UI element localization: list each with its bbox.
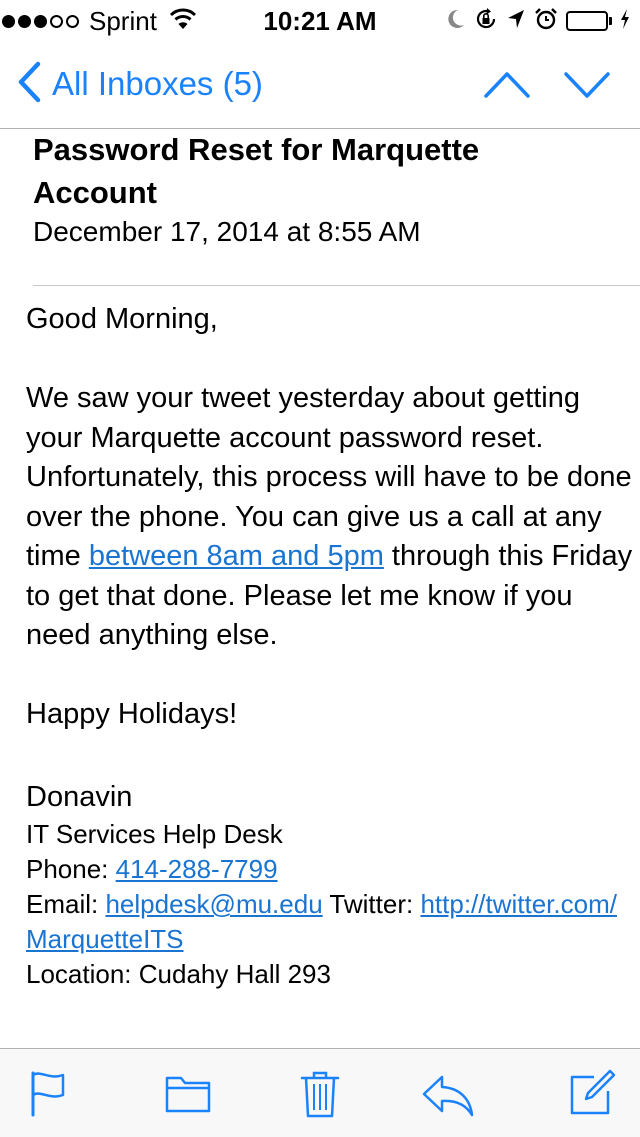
phone-link[interactable]: 414-288-7799 [116, 854, 278, 884]
compose-icon [570, 1069, 616, 1115]
hours-link[interactable]: between 8am and 5pm [89, 540, 384, 572]
message-body: Good Morning, We saw your tweet yesterda… [26, 300, 636, 735]
email-label: Email: [26, 889, 106, 919]
signature-location: Location: Cudahy Hall 293 [26, 959, 331, 989]
moon-icon [446, 8, 466, 35]
body-paragraph: We saw your tweet yesterday about gettin… [26, 379, 636, 656]
charging-bolt-icon [620, 8, 630, 35]
navigation-bar: All Inboxes (5) [0, 40, 640, 129]
trash-icon [300, 1071, 340, 1118]
header-divider [33, 285, 640, 286]
reply-icon [422, 1075, 474, 1117]
location-arrow-icon [506, 8, 526, 35]
message-date: December 17, 2014 at 8:55 AM [33, 216, 421, 247]
back-button-label: All Inboxes (5) [52, 65, 263, 102]
signature-phone-line: Phone: 414-288-7799 [26, 852, 636, 887]
folder-icon [165, 1076, 211, 1113]
closing: Happy Holidays! [26, 698, 238, 730]
signature-name: Donavin [26, 781, 133, 813]
message-subject: Password Reset for Marquette Account [33, 132, 480, 210]
next-message-button[interactable] [562, 60, 612, 108]
signature-department: IT Services Help Desk [26, 819, 283, 849]
reply-button[interactable] [420, 1069, 476, 1119]
phone-label: Phone: [26, 854, 116, 884]
delete-button[interactable] [298, 1069, 342, 1119]
bottom-toolbar [0, 1048, 640, 1137]
status-bar: Sprint 10:21 AM [0, 0, 640, 40]
email-link[interactable]: helpdesk@mu.edu [105, 889, 322, 919]
status-right [446, 6, 630, 36]
rotation-lock-icon [474, 7, 498, 36]
chevron-up-icon [484, 72, 530, 98]
signature-contact-line: Email: helpdesk@mu.edu Twitter: http://t… [26, 887, 636, 957]
move-to-folder-button[interactable] [163, 1069, 215, 1119]
flag-icon [31, 1071, 65, 1117]
signature: Donavin IT Services Help Desk Phone: 414… [26, 778, 636, 992]
back-button[interactable]: All Inboxes (5) [16, 60, 263, 108]
chevron-down-icon [564, 72, 610, 98]
chevron-left-icon [16, 61, 42, 108]
flag-button[interactable] [27, 1069, 71, 1119]
battery-icon [566, 11, 612, 31]
alarm-icon [534, 7, 558, 36]
compose-button[interactable] [566, 1069, 616, 1119]
greeting: Good Morning, [26, 303, 218, 335]
previous-message-button[interactable] [482, 60, 532, 108]
twitter-label: Twitter: [322, 889, 421, 919]
